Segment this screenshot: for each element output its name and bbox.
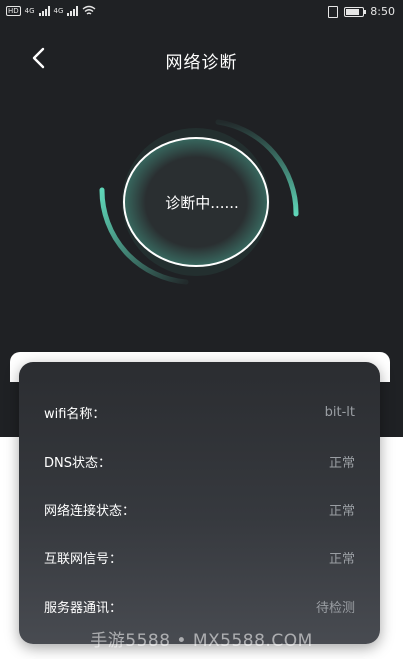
info-row-dns: DNS状态： 正常	[44, 449, 355, 473]
signal-icon	[38, 5, 50, 16]
page-title: 网络诊断	[165, 53, 238, 73]
network-type-2: 4G	[53, 6, 64, 15]
server-comm-value: 待检测	[315, 600, 355, 616]
info-row-internet-signal: 互联网信号： 正常	[44, 545, 355, 569]
signal-icon-2	[67, 5, 79, 16]
connection-status-label: 网络连接状态：	[44, 503, 136, 519]
info-row-wifi: wifi名称： bit-lt	[44, 400, 355, 424]
network-info-card: wifi名称： bit-lt DNS状态： 正常 网络连接状态： 正常 互联网信…	[19, 362, 380, 644]
dns-status-label: DNS状态：	[44, 455, 111, 471]
status-time: 8:50	[370, 5, 395, 18]
diagnosis-status: 诊断中......	[165, 194, 239, 212]
info-row-connection: 网络连接状态： 正常	[44, 497, 355, 521]
wifi-icon	[82, 5, 96, 15]
hd-badge: HD	[6, 5, 21, 16]
watermark: 手游5588 • MX5588.COM	[90, 631, 313, 651]
internet-signal-value: 正常	[328, 551, 355, 567]
battery-icon	[344, 6, 367, 17]
network-type-1: 4G	[24, 6, 35, 15]
server-comm-label: 服务器通讯：	[44, 600, 123, 616]
dns-status-value: 正常	[328, 455, 355, 471]
wifi-name-value: bit-lt	[324, 404, 355, 420]
vibrate-icon	[328, 5, 339, 18]
info-row-server: 服务器通讯： 待检测	[44, 594, 355, 618]
wifi-name-label: wifi名称：	[44, 406, 106, 422]
connection-status-value: 正常	[328, 503, 355, 519]
status-bar: HD 4G 4G 8:50	[0, 0, 403, 26]
internet-signal-label: 互联网信号：	[44, 551, 123, 567]
